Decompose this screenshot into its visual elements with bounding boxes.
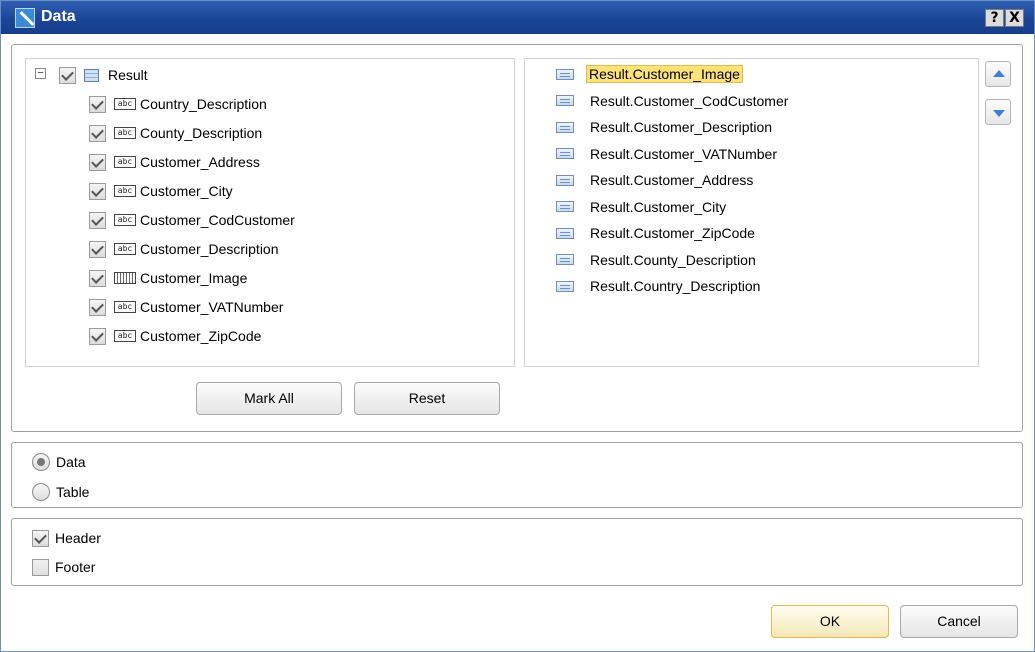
text-field-icon: abc: [114, 214, 136, 226]
mark-all-button[interactable]: Mark All: [196, 382, 342, 415]
tree-field-row[interactable]: abc Customer_City: [89, 180, 233, 202]
field-checkbox[interactable]: [89, 211, 106, 229]
field-checkbox[interactable]: [89, 269, 106, 287]
field-icon: [556, 254, 574, 265]
text-field-icon: abc: [114, 185, 136, 197]
field-icon: [556, 148, 574, 159]
window-title: Data: [41, 8, 76, 25]
tree-root-label: Result: [108, 67, 148, 83]
radio-button[interactable]: [32, 483, 50, 501]
cancel-button[interactable]: Cancel: [900, 605, 1018, 638]
tree-field-row[interactable]: Customer_Image: [89, 267, 247, 289]
list-item-label: Result.Customer_CodCustomer: [590, 92, 789, 109]
list-item-label: Result.Customer_Description: [590, 119, 773, 135]
text-field-icon: abc: [114, 156, 136, 168]
tree-field-label: Customer_Description: [140, 241, 279, 257]
list-item-label: Result.Customer_ZipCode: [590, 225, 755, 241]
text-field-icon: abc: [114, 127, 136, 139]
list-item-label: Result.Customer_City: [590, 198, 727, 215]
tree-field-label: Customer_Address: [140, 154, 260, 170]
list-item[interactable]: Result.Customer_VATNumber: [556, 143, 781, 165]
field-checkbox[interactable]: [89, 298, 106, 316]
radio-table[interactable]: Table: [32, 480, 89, 504]
tree-field-row[interactable]: abc Customer_CodCustomer: [89, 209, 295, 231]
list-item[interactable]: Result.Customer_Description: [556, 116, 776, 138]
image-field-icon: [114, 272, 136, 284]
tree-field-row[interactable]: abc Customer_Address: [89, 151, 260, 173]
field-checkbox[interactable]: [89, 182, 106, 200]
ok-button[interactable]: OK: [771, 605, 889, 638]
tree-field-label: Customer_City: [140, 183, 233, 199]
tree-field-row[interactable]: abc Country_Description: [89, 93, 267, 115]
text-field-icon: abc: [114, 98, 136, 110]
tree-root[interactable]: Result: [59, 64, 148, 86]
radio-button[interactable]: [32, 453, 50, 471]
list-item[interactable]: Result.Customer_Image: [556, 63, 743, 85]
collapse-icon[interactable]: −: [35, 68, 46, 79]
tree-field-row[interactable]: abc Customer_ZipCode: [89, 325, 261, 347]
tree-field-row[interactable]: abc County_Description: [89, 122, 262, 144]
field-icon: [556, 121, 574, 133]
text-field-icon: abc: [114, 330, 136, 342]
help-button[interactable]: ?: [985, 9, 1004, 27]
tree-field-row[interactable]: abc Customer_VATNumber: [89, 296, 283, 318]
field-checkbox[interactable]: [89, 153, 106, 171]
footer-option[interactable]: Footer: [32, 555, 95, 579]
list-item[interactable]: Result.Customer_City: [556, 196, 730, 218]
radio-table-label: Table: [56, 484, 90, 500]
tree-field-label: Country_Description: [140, 96, 267, 112]
field-icon: [556, 68, 574, 80]
move-down-button[interactable]: [985, 99, 1011, 125]
footer-label: Footer: [55, 559, 96, 575]
list-item-label: Result.County_Description: [590, 251, 756, 268]
list-item[interactable]: Result.Customer_ZipCode: [556, 222, 759, 244]
text-field-icon: abc: [114, 243, 136, 255]
tree-field-label: County_Description: [140, 125, 263, 141]
mode-group: [11, 442, 1023, 508]
radio-data-label: Data: [56, 454, 86, 470]
list-item[interactable]: Result.County_Description: [556, 249, 760, 271]
tree-field-label: Customer_CodCustomer: [140, 212, 295, 228]
header-checkbox[interactable]: [32, 529, 49, 547]
list-item-label: Result.Customer_VATNumber: [590, 145, 777, 162]
app-icon: [15, 8, 35, 28]
arrow-up-icon: [993, 70, 1005, 77]
field-checkbox[interactable]: [89, 240, 106, 258]
text-field-icon: abc: [114, 301, 136, 313]
list-item[interactable]: Result.Customer_Address: [556, 169, 757, 191]
data-dialog: Data ? X − Result abc Country_Description…: [0, 0, 1035, 652]
list-item[interactable]: Result.Customer_CodCustomer: [556, 90, 792, 112]
list-item[interactable]: Result.Country_Description: [556, 275, 764, 297]
tree-field-label: Customer_Image: [140, 270, 248, 286]
field-icon: [556, 280, 574, 292]
reset-button[interactable]: Reset: [354, 382, 500, 415]
list-item-label: Result.Customer_Address: [590, 172, 754, 188]
header-label: Header: [55, 530, 101, 546]
arrow-down-icon: [993, 110, 1005, 117]
field-icon: [556, 95, 574, 106]
table-icon: [84, 68, 99, 82]
list-item-label: Result.Customer_Image: [586, 65, 743, 83]
tree-field-label: Customer_VATNumber: [140, 299, 284, 315]
field-checkbox[interactable]: [89, 327, 106, 345]
field-icon: [556, 201, 574, 212]
header-option[interactable]: Header: [32, 526, 101, 550]
field-checkbox[interactable]: [89, 95, 106, 113]
tree-field-label: Customer_ZipCode: [140, 328, 262, 344]
field-icon: [556, 227, 574, 239]
title-bar[interactable]: Data ? X: [1, 1, 1034, 34]
tree-field-row[interactable]: abc Customer_Description: [89, 238, 279, 260]
list-item-label: Result.Country_Description: [590, 278, 761, 294]
radio-data[interactable]: Data: [32, 450, 86, 474]
close-button[interactable]: X: [1005, 9, 1024, 27]
move-up-button[interactable]: [985, 61, 1011, 87]
field-icon: [556, 174, 574, 186]
sections-group: [11, 518, 1023, 586]
footer-checkbox[interactable]: [32, 558, 49, 576]
checkbox[interactable]: [59, 66, 76, 84]
field-checkbox[interactable]: [89, 124, 106, 142]
